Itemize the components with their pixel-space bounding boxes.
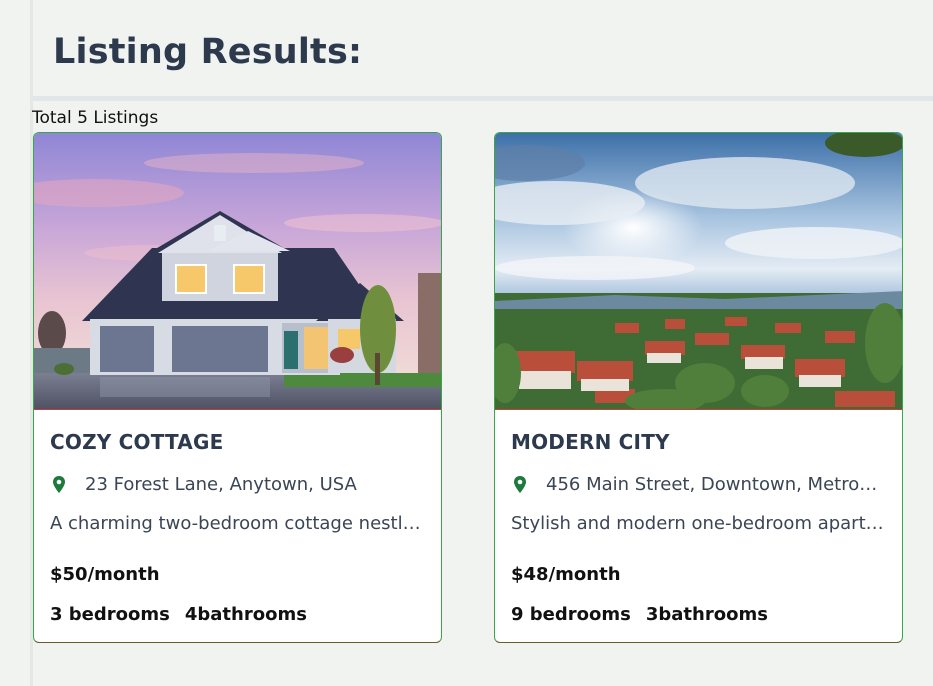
bedrooms-count: 9 bedrooms <box>511 604 631 625</box>
address-text: 456 Main Street, Downtown, Metropolis <box>546 474 886 495</box>
listing-price: $48/month <box>511 564 621 585</box>
address-text: 23 Forest Lane, Anytown, USA <box>85 474 357 495</box>
listing-description: A charming two-bedroom cottage nestled i… <box>50 513 425 534</box>
listing-title[interactable]: MODERN CITY <box>511 430 670 454</box>
location-pin-icon <box>511 475 529 495</box>
city-photo-icon <box>495 133 902 409</box>
listing-address: 456 Main Street, Downtown, Metropolis <box>511 474 886 495</box>
header-divider <box>33 96 933 101</box>
listing-address: 23 Forest Lane, Anytown, USA <box>50 474 425 495</box>
listing-image-house[interactable] <box>34 133 441 410</box>
page-header: Listing Results: <box>33 0 933 98</box>
page-title: Listing Results: <box>53 32 363 72</box>
listing-card[interactable]: COZY COTTAGE 23 Forest Lane, Anytown, US… <box>33 132 442 643</box>
bedrooms-count: 3 bedrooms <box>50 604 170 625</box>
total-listings-count: Total 5 Listings <box>32 108 159 128</box>
listing-price: $50/month <box>50 564 160 585</box>
listing-card[interactable]: MODERN CITY 456 Main Street, Downtown, M… <box>494 132 903 643</box>
location-pin-icon <box>50 475 68 495</box>
listing-description: Stylish and modern one-bedroom apartment… <box>511 513 886 534</box>
bathrooms-count: 3bathrooms <box>645 604 768 625</box>
listing-rooms: 3 bedrooms 4bathrooms <box>50 604 307 625</box>
house-photo-icon <box>34 133 441 409</box>
bathrooms-count: 4bathrooms <box>184 604 307 625</box>
listing-image-city[interactable] <box>495 133 902 410</box>
listing-rooms: 9 bedrooms 3bathrooms <box>511 604 768 625</box>
listing-title[interactable]: COZY COTTAGE <box>50 430 223 454</box>
